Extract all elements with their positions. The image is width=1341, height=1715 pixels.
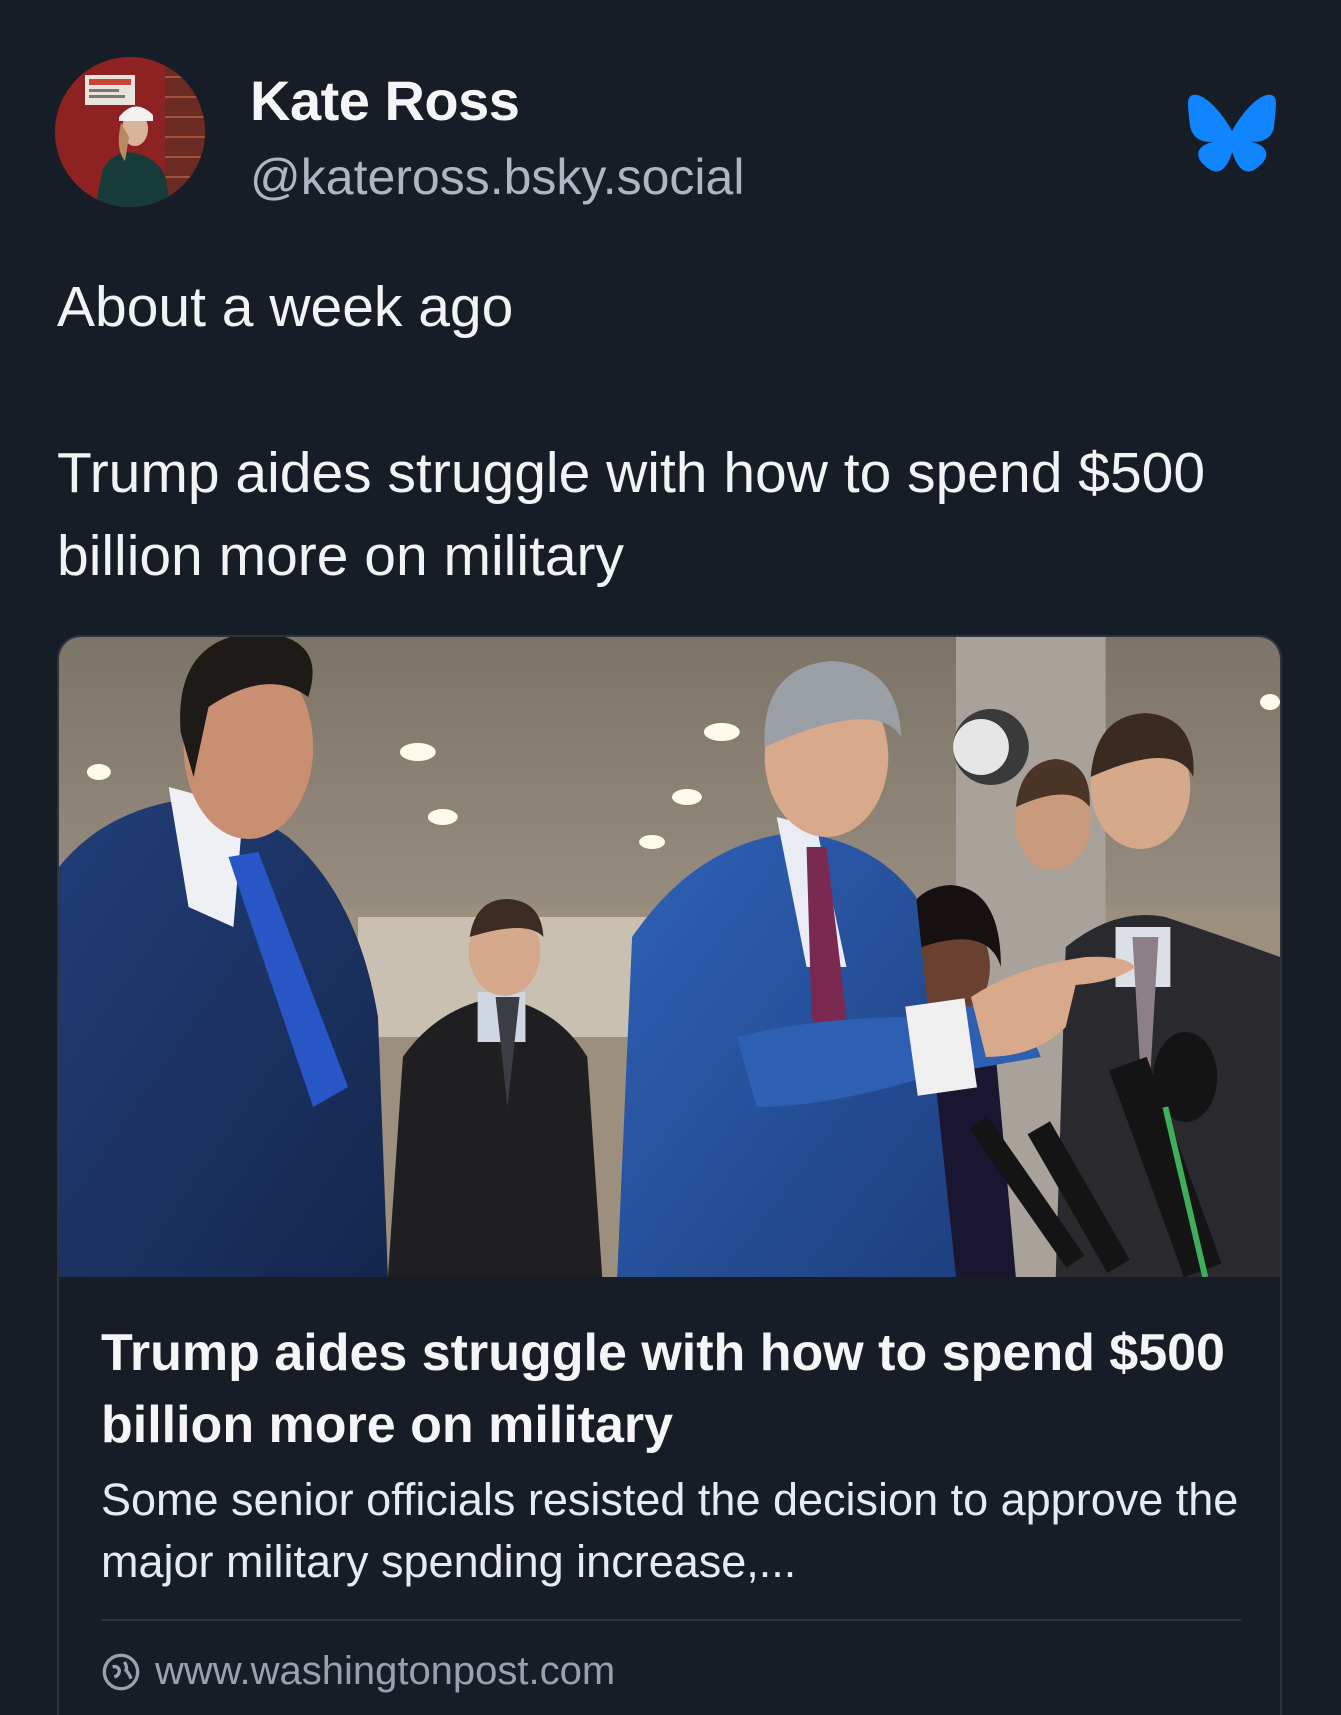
- link-card-title[interactable]: Trump aides struggle with how to spend $…: [101, 1317, 1251, 1461]
- link-card-description: Some senior officials resisted the decis…: [101, 1474, 1239, 1587]
- post-text-line1: About a week ago: [57, 275, 514, 339]
- globe-icon: [101, 1652, 141, 1692]
- author-display-name[interactable]: Kate Ross: [250, 68, 520, 133]
- press-conference-photo: [59, 637, 1280, 1277]
- avatar-image: [55, 57, 205, 207]
- link-card-domain: www.washingtonpost.com: [155, 1649, 616, 1693]
- post: Kate Ross @kateross.bsky.social About a …: [0, 0, 1341, 1715]
- post-text-line2: Trump aides struggle with how to spend $…: [57, 441, 1206, 588]
- bluesky-butterfly-icon[interactable]: [1188, 94, 1276, 176]
- link-card-image[interactable]: [59, 637, 1280, 1277]
- link-card-divider: [101, 1619, 1241, 1621]
- link-card-domain-row[interactable]: www.washingtonpost.com: [101, 1649, 615, 1694]
- author-avatar[interactable]: [55, 57, 205, 207]
- link-card[interactable]: Trump aides struggle with how to spend $…: [57, 635, 1282, 1715]
- author-handle[interactable]: @kateross.bsky.social: [250, 148, 744, 206]
- post-text: About a week ago Trump aides struggle wi…: [57, 266, 1287, 598]
